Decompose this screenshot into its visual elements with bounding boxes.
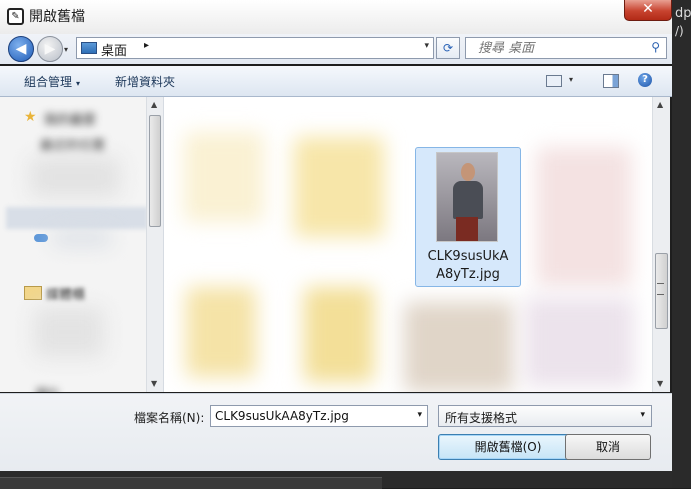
search-box[interactable]: ⚲	[465, 37, 667, 59]
title-bar: ✎ 開啟舊檔 ✕	[0, 0, 691, 34]
view-options-dropdown[interactable]: ▾	[569, 75, 573, 84]
file-type-value: 所有支援格式	[445, 411, 518, 425]
scroll-down-icon[interactable]: ▼	[657, 379, 663, 388]
scroll-up-icon[interactable]: ▲	[657, 100, 663, 109]
favorites-label: 我的最愛	[44, 113, 97, 128]
nav-item-favorites[interactable]: 我的最愛	[44, 109, 96, 128]
file-list-scrollbar[interactable]: ▲ ▼	[652, 97, 670, 392]
photo-person-head	[461, 163, 475, 181]
blurred-folder-item[interactable]	[186, 287, 256, 377]
cloud-icon	[34, 234, 48, 242]
command-toolbar: 組合管理 ▾ 新增資料夾 ▾ ?	[0, 66, 672, 97]
blurred-library-items	[34, 307, 104, 357]
dialog-footer: 檔案名稱(N): ▾ 所有支援格式 ▾ 開啟舊檔(O) 取消	[0, 393, 672, 472]
close-button[interactable]: ✕	[624, 0, 672, 21]
change-view-icon[interactable]	[546, 75, 562, 87]
blurred-folder-item[interactable]	[304, 287, 374, 382]
cancel-button[interactable]: 取消	[565, 434, 651, 460]
file-name-line-2: A8yTz.jpg	[436, 267, 500, 282]
chevron-down-icon: ▾	[76, 79, 81, 88]
scroll-up-icon[interactable]: ▲	[151, 100, 157, 109]
blurred-image-item[interactable]	[404, 302, 514, 392]
file-name-label: CLK9susUkA A8yTz.jpg	[416, 248, 520, 284]
navigation-pane: ★ 我的最愛 最近的位置 媒體櫃 圖片 ▲ ▼	[0, 97, 164, 392]
background-window-edge	[0, 477, 382, 489]
address-text: 桌面	[101, 44, 128, 59]
window-title: 開啟舊檔	[29, 9, 85, 25]
background-taskbar	[0, 471, 672, 489]
desktop-icon	[81, 42, 97, 54]
blurred-item[interactable]	[184, 132, 264, 222]
organize-button[interactable]: 組合管理 ▾	[24, 73, 80, 90]
open-button[interactable]: 開啟舊檔(O)	[438, 434, 578, 460]
nav-item-media-libraries[interactable]: 媒體櫃	[46, 284, 85, 303]
scrollbar-thumb[interactable]	[149, 115, 161, 227]
help-icon[interactable]: ?	[638, 73, 652, 87]
nav-item-recent-places[interactable]: 最近的位置	[40, 135, 105, 154]
library-folder-icon	[24, 286, 42, 300]
back-button[interactable]: ◀	[8, 36, 34, 62]
photo-person-body	[453, 181, 483, 219]
recent-locations-dropdown[interactable]: ▾	[64, 45, 68, 54]
organize-label: 組合管理	[24, 75, 73, 89]
blurred-folder-item[interactable]	[294, 137, 384, 237]
background-window-text-2: /)	[675, 24, 684, 38]
media-libraries-label: 媒體櫃	[46, 288, 86, 303]
background-window	[672, 0, 691, 488]
filename-input[interactable]	[211, 406, 407, 426]
preview-pane-icon[interactable]	[603, 74, 619, 88]
background-window-text: dp	[675, 6, 691, 21]
scroll-down-icon[interactable]: ▼	[151, 379, 157, 388]
search-input[interactable]	[466, 38, 652, 58]
photo-person-legs	[456, 217, 478, 241]
file-name-line-1: CLK9susUkA	[427, 249, 509, 264]
address-bar[interactable]: 桌面 ▸ ▾	[76, 37, 434, 59]
chevron-down-icon: ▾	[640, 410, 645, 420]
file-type-select[interactable]: 所有支援格式 ▾	[438, 405, 652, 427]
blurred-cloud-label	[52, 231, 112, 245]
file-item-selected[interactable]: CLK9susUkA A8yTz.jpg	[415, 147, 521, 287]
address-dropdown-icon[interactable]: ▾	[424, 41, 429, 51]
breadcrumb-arrow-icon[interactable]: ▸	[144, 40, 149, 51]
filename-combobox[interactable]: ▾	[210, 405, 428, 427]
chevron-down-icon[interactable]: ▾	[417, 410, 422, 420]
search-icon[interactable]: ⚲	[651, 40, 660, 54]
new-folder-button[interactable]: 新增資料夾	[115, 73, 175, 90]
nav-item-pictures[interactable]: 圖片	[36, 385, 60, 392]
forward-button[interactable]: ▶	[37, 36, 63, 62]
app-icon: ✎	[7, 8, 24, 25]
refresh-button[interactable]: ⟳	[436, 37, 460, 59]
file-list[interactable]: CLK9susUkA A8yTz.jpg	[164, 97, 652, 392]
blurred-nav-items	[30, 157, 120, 197]
nav-pane-scrollbar[interactable]: ▲ ▼	[146, 97, 163, 392]
image-thumbnail	[436, 152, 498, 242]
favorites-star-icon: ★	[24, 109, 37, 125]
scrollbar-grip-icon	[657, 283, 664, 295]
filename-label: 檔案名稱(N):	[134, 411, 205, 425]
nav-item-selected[interactable]	[6, 207, 148, 229]
blurred-item[interactable]	[536, 147, 632, 287]
blurred-item[interactable]	[524, 297, 634, 387]
